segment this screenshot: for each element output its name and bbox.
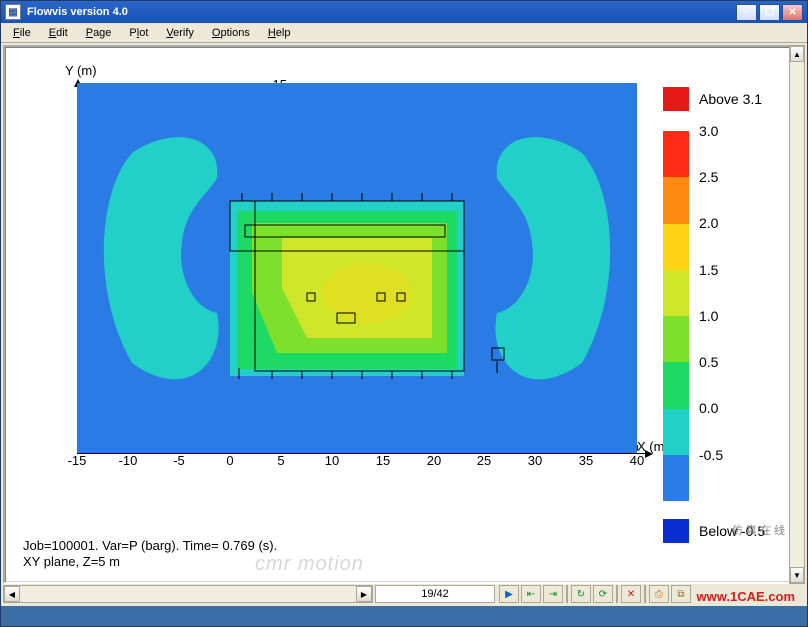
menu-file[interactable]: File	[5, 26, 39, 40]
legend-tick: -0.5	[699, 447, 723, 463]
close-button[interactable]: ✕	[782, 4, 803, 21]
x-tick: -10	[113, 453, 143, 468]
app-window: ▦ Flowvis version 4.0 ─ ☐ ✕ File Edit Pa…	[0, 0, 808, 627]
minimize-button[interactable]: ─	[736, 4, 757, 21]
x-tick: 30	[520, 453, 550, 468]
x-tick: 5	[266, 453, 296, 468]
legend-above-swatch	[663, 87, 689, 111]
app-icon: ▦	[5, 4, 21, 20]
legend-seg	[663, 362, 689, 408]
toolbar-separator	[566, 585, 568, 603]
legend-tick: 0.0	[699, 400, 718, 416]
scroll-down-button[interactable]: ▼	[790, 567, 804, 583]
maximize-button[interactable]: ☐	[759, 4, 780, 21]
reload-button[interactable]: ⟳	[593, 585, 613, 603]
x-tick: 15	[368, 453, 398, 468]
horizontal-scrollbar[interactable]: ◀ ▶	[3, 585, 373, 603]
x-tick: -5	[164, 453, 194, 468]
legend-tick: 2.5	[699, 169, 718, 185]
export-button[interactable]: ⎙	[649, 585, 669, 603]
menu-plot[interactable]: Plot	[121, 26, 156, 40]
status-text: Job=100001. Var=P (barg). Time= 0.769 (s…	[23, 538, 277, 570]
watermark-url: www.1CAE.com	[697, 589, 795, 604]
legend-tick: 3.0	[699, 123, 718, 139]
vertical-scrollbar[interactable]: ▲ ▼	[789, 45, 805, 584]
watermark-brand: cmr motion	[255, 553, 364, 576]
client-area: Y (m) X (m) 15 10 5 0 -5 -15 -10 -5 0 5 …	[1, 43, 807, 606]
contour-field[interactable]	[77, 83, 637, 453]
x-tick: 25	[469, 453, 499, 468]
toolbar-separator	[644, 585, 646, 603]
x-tick: -15	[62, 453, 92, 468]
step-forward-button[interactable]: ⇥	[543, 585, 563, 603]
legend-seg	[663, 409, 689, 455]
menu-edit[interactable]: Edit	[41, 26, 76, 40]
legend-bar	[663, 131, 689, 501]
save-image-button[interactable]: ⧉	[671, 585, 691, 603]
x-tick: 10	[317, 453, 347, 468]
scroll-up-button[interactable]: ▲	[790, 46, 804, 62]
status-plane: XY plane, Z=5 m	[23, 554, 277, 570]
legend-seg	[663, 316, 689, 362]
page-counter: 19/42	[375, 585, 495, 603]
stop-button[interactable]: ✕	[621, 585, 641, 603]
legend-tick: 1.5	[699, 262, 718, 278]
legend-seg	[663, 270, 689, 316]
x-tick: 0	[215, 453, 245, 468]
menu-help[interactable]: Help	[260, 26, 299, 40]
x-tick: 35	[571, 453, 601, 468]
menu-bar: File Edit Page Plot Verify Options Help	[1, 23, 807, 43]
legend-above-label: Above 3.1	[699, 91, 762, 107]
step-back-button[interactable]: ⇤	[521, 585, 541, 603]
legend-seg	[663, 131, 689, 177]
refresh-button[interactable]: ↻	[571, 585, 591, 603]
watermark-text: 仿 真 在 线	[732, 522, 785, 538]
legend-seg	[663, 177, 689, 223]
play-button[interactable]: ▶	[499, 585, 519, 603]
window-title: Flowvis version 4.0	[27, 6, 128, 18]
title-bar[interactable]: ▦ Flowvis version 4.0 ─ ☐ ✕	[1, 1, 807, 23]
x-tick: 20	[419, 453, 449, 468]
menu-page[interactable]: Page	[78, 26, 120, 40]
legend-below-swatch	[663, 519, 689, 543]
legend-seg	[663, 455, 689, 501]
x-axis	[77, 453, 649, 454]
toolbar-separator	[616, 585, 618, 603]
legend-tick: 0.5	[699, 354, 718, 370]
legend-seg	[663, 224, 689, 270]
scroll-left-button[interactable]: ◀	[4, 586, 20, 602]
status-job: Job=100001. Var=P (barg). Time= 0.769 (s…	[23, 538, 277, 554]
menu-options[interactable]: Options	[204, 26, 258, 40]
scroll-right-button[interactable]: ▶	[356, 586, 372, 602]
legend-tick: 2.0	[699, 215, 718, 231]
bottom-bar: ◀ ▶ 19/42 ▶ ⇤ ⇥ ↻ ⟳ ✕ ⎙ ⧉	[3, 584, 805, 604]
y-axis-label: Y (m)	[65, 63, 97, 78]
plot-viewport: Y (m) X (m) 15 10 5 0 -5 -15 -10 -5 0 5 …	[3, 45, 805, 584]
menu-verify[interactable]: Verify	[158, 26, 202, 40]
legend-tick: 1.0	[699, 308, 718, 324]
x-tick: 40	[622, 453, 652, 468]
